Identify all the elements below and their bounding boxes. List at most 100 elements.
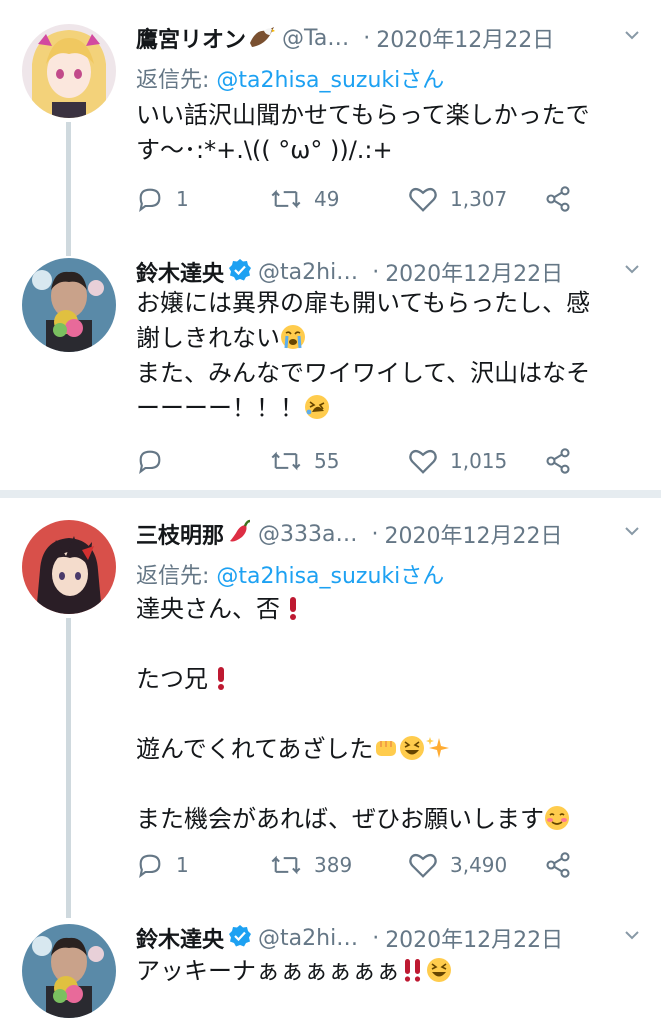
tweet-actions: 1 389 3,490 <box>136 848 636 882</box>
retweet-count: 55 <box>314 449 340 473</box>
retweet-count: 389 <box>314 853 353 877</box>
retweet-icon <box>271 451 301 471</box>
tweet-text-line: また、みんなでワイワイして、沢山はなそ <box>136 359 591 387</box>
tweet-actions: 1 49 1,307 <box>136 182 636 216</box>
reply-icon <box>139 450 161 474</box>
reply-mention-link[interactable]: @ta2hisa_suzukiさん <box>216 564 444 589</box>
hot-pepper-emoji-icon <box>226 519 252 549</box>
reply-mention-link[interactable]: @ta2hisa_suzukiさん <box>216 68 444 93</box>
grinning-squinting-emoji-icon <box>427 958 451 982</box>
reply-count: 1 <box>176 853 189 877</box>
tweet-text: いい話沢山聞かせてもらって楽しかったです〜･:*+.\(( °ω° ))/.:+ <box>136 101 590 164</box>
display-name[interactable]: 三枝明那 <box>136 518 224 550</box>
timestamp[interactable]: 2020年12月22日 <box>385 518 563 550</box>
display-name[interactable]: 鈴木達央 <box>136 256 224 288</box>
tweet-text: お嬢には異界の扉も開いてもらったし、感 謝しきれない また、みんなでワイワイして… <box>136 286 646 426</box>
separator-dot: · <box>372 925 380 951</box>
reply-label: 返信先: <box>136 564 210 589</box>
tweet-header: 三枝明那 @333a… · 2020年12月22日 <box>136 514 562 554</box>
share-icon <box>546 186 570 212</box>
grinning-squinting-emoji-icon <box>400 736 425 760</box>
share-button[interactable] <box>544 182 572 216</box>
avatar[interactable] <box>22 258 116 352</box>
like-icon <box>409 853 437 878</box>
chevron-down-icon[interactable] <box>623 260 641 282</box>
reply-button[interactable]: 1 <box>136 182 189 216</box>
timestamp[interactable]: 2020年12月22日 <box>376 22 554 54</box>
replying-to: 返信先: @ta2hisa_suzukiさん <box>136 558 444 590</box>
chevron-down-icon[interactable] <box>623 26 641 48</box>
separator-dot: · <box>363 25 371 51</box>
double-exclamation-emoji-icon <box>404 959 421 982</box>
thread-line <box>66 122 71 256</box>
retweet-button[interactable]: 389 <box>270 848 352 882</box>
like-button[interactable]: 3,490 <box>408 848 507 882</box>
share-icon <box>546 448 570 474</box>
reply-icon <box>139 854 161 878</box>
chevron-down-icon[interactable] <box>623 926 641 948</box>
handle[interactable]: @Ta… <box>282 26 349 51</box>
tweet-text-line: 謝しきれない <box>136 321 646 356</box>
rolling-laughing-emoji-icon <box>305 395 329 419</box>
tweet-text: アッキーナぁぁぁぁぁぁ <box>136 954 646 989</box>
display-name[interactable]: 鈴木達央 <box>136 922 224 954</box>
verified-icon <box>228 258 252 286</box>
smiling-blush-emoji-icon <box>545 806 569 830</box>
handle[interactable]: @ta2hi… <box>258 926 358 951</box>
crying-face-emoji-icon <box>281 325 305 349</box>
tweet-text: 達央さん、否 たつ兄 遊んでくれてあざした また機会があれば、ぜひお願いします <box>136 592 646 837</box>
tweet-1[interactable]: 鷹宮リオン @Ta… · 2020年12月22日 返信先: @ta2hisa_s… <box>0 18 661 256</box>
eagle-emoji-icon <box>248 23 276 53</box>
retweet-icon <box>271 189 301 209</box>
retweet-icon <box>271 855 301 875</box>
verified-icon <box>228 924 252 952</box>
tweet-3[interactable]: 三枝明那 @333a… · 2020年12月22日 返信先: @ta2hisa_… <box>0 514 661 918</box>
avatar[interactable] <box>22 924 116 1018</box>
share-button[interactable] <box>544 444 572 478</box>
avatar[interactable] <box>22 24 116 118</box>
retweet-button[interactable]: 55 <box>270 444 339 478</box>
display-name[interactable]: 鷹宮リオン <box>136 22 246 54</box>
tweet-header: 鷹宮リオン @Ta… · 2020年12月22日 <box>136 18 554 58</box>
tweet-header: 鈴木達央 @ta2hi… · 2020年12月22日 <box>136 918 563 958</box>
tweet-2[interactable]: 鈴木達央 @ta2hi… · 2020年12月22日 お嬢には異界の扉も開いても… <box>0 252 661 482</box>
avatar[interactable] <box>22 520 116 614</box>
share-button[interactable] <box>544 848 572 882</box>
fist-emoji-icon <box>376 741 397 756</box>
tweet-4[interactable]: 鈴木達央 @ta2hi… · 2020年12月22日 アッキーナぁぁぁぁぁぁ <box>0 918 661 1024</box>
tweet-text-line: 遊んでくれてあざした <box>136 732 646 767</box>
tweet-text-line: たつ兄 <box>136 662 646 697</box>
tweet-text-line: また機会があれば、ぜひお願いします <box>136 802 646 837</box>
exclamation-emoji-icon <box>218 667 224 690</box>
tweet-text-line: 達央さん、否 <box>136 592 646 627</box>
separator-dot: · <box>371 521 379 547</box>
separator-dot: · <box>372 259 380 285</box>
like-count: 1,307 <box>450 187 508 211</box>
tweet-text-line: お嬢には異界の扉も開いてもらったし、感 <box>136 289 591 317</box>
like-icon <box>409 187 437 212</box>
timestamp[interactable]: 2020年12月22日 <box>385 922 563 954</box>
like-icon <box>409 449 437 474</box>
reply-button[interactable] <box>136 444 176 478</box>
reply-button[interactable]: 1 <box>136 848 189 882</box>
handle[interactable]: @333a… <box>258 522 357 547</box>
handle[interactable]: @ta2hi… <box>258 260 358 285</box>
like-count: 3,490 <box>450 853 508 877</box>
like-count: 1,015 <box>450 449 508 473</box>
reply-icon <box>139 188 161 212</box>
timestamp[interactable]: 2020年12月22日 <box>385 256 563 288</box>
reply-count: 1 <box>176 187 189 211</box>
like-button[interactable]: 1,307 <box>408 182 507 216</box>
replying-to: 返信先: @ta2hisa_suzukiさん <box>136 62 444 94</box>
like-button[interactable]: 1,015 <box>408 444 507 478</box>
exclamation-emoji-icon <box>290 597 296 620</box>
sparkles-emoji-icon <box>426 737 450 758</box>
tweet-actions: 55 1,015 <box>136 444 636 478</box>
tweet-text-line: ーーーー！！！ <box>136 391 646 426</box>
retweet-button[interactable]: 49 <box>270 182 339 216</box>
retweet-count: 49 <box>314 187 340 211</box>
chevron-down-icon[interactable] <box>623 522 641 544</box>
